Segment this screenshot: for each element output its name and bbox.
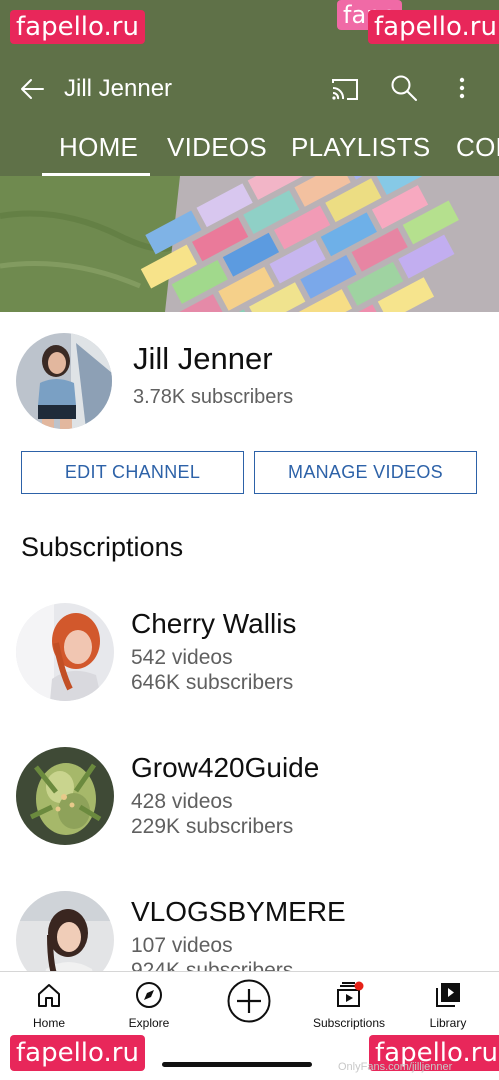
arrow-left-icon — [21, 79, 44, 99]
subscription-video-count: 428 videos — [131, 790, 233, 813]
watermark-top-right: fapello.ru — [368, 10, 499, 44]
edit-channel-button[interactable]: EDIT CHANNEL — [21, 451, 244, 494]
subscription-name: Grow420Guide — [131, 752, 320, 783]
subscription-video-count: 107 videos — [131, 934, 233, 957]
channel-tabs: HOME VIDEOS PLAYLISTS COM — [0, 130, 499, 176]
subscription-subscriber-count: 646K subscribers — [131, 671, 294, 694]
tab-home[interactable]: HOME — [59, 130, 138, 176]
subscriptions-icon — [337, 981, 364, 1007]
tab-playlists[interactable]: PLAYLISTS — [291, 130, 431, 176]
subscription-avatar[interactable] — [16, 603, 114, 701]
subscription-item[interactable]: Grow420Guide 428 videos 229K subscribers — [0, 747, 499, 857]
search-button[interactable] — [389, 73, 419, 103]
cast-button[interactable] — [330, 74, 360, 104]
nav-explore[interactable]: Explore — [104, 980, 194, 1036]
tab-community[interactable]: COM — [456, 130, 499, 176]
watermark-bottom-left: fapello.ru — [10, 1035, 145, 1071]
onlyfans-watermark: OnlyFans.com/jilljenner — [338, 1061, 453, 1073]
subscription-name: VLOGSBYMERE — [131, 896, 346, 927]
home-icon — [38, 984, 60, 1007]
nav-create-button[interactable] — [204, 978, 294, 1034]
compass-icon — [136, 982, 162, 1008]
subscription-subscriber-count: 229K subscribers — [131, 815, 294, 838]
more-options-button[interactable] — [448, 73, 476, 103]
nav-home[interactable]: Home — [4, 980, 94, 1036]
nav-library-label: Library — [429, 1016, 467, 1030]
channel-banner — [0, 176, 499, 312]
watermark-top-left: fapello.ru — [10, 10, 145, 44]
nav-home-label: Home — [32, 1016, 65, 1030]
appbar-title: Jill Jenner — [64, 75, 173, 102]
channel-name: Jill Jenner — [133, 341, 273, 376]
nav-explore-label: Explore — [128, 1016, 170, 1030]
channel-subscriber-count: 3.78K subscribers — [133, 386, 294, 408]
subscription-item[interactable]: Cherry Wallis 542 videos 646K subscriber… — [0, 603, 499, 713]
back-button[interactable] — [18, 74, 48, 104]
notification-badge — [354, 981, 364, 991]
subscriptions-heading: Subscriptions — [21, 532, 184, 562]
nav-subscriptions-label: Subscriptions — [312, 1016, 386, 1030]
subscription-avatar[interactable] — [16, 747, 114, 845]
app-bar: Jill Jenner HOME VIDEOS PLAYLISTS COM — [0, 56, 499, 176]
search-icon — [391, 75, 417, 101]
channel-avatar[interactable] — [16, 333, 112, 429]
nav-subscriptions[interactable]: Subscriptions — [304, 980, 394, 1036]
more-vertical-icon — [459, 77, 465, 99]
cast-icon — [332, 79, 358, 100]
create-plus-icon — [227, 979, 271, 1023]
library-icon — [436, 983, 460, 1007]
tab-videos[interactable]: VIDEOS — [167, 130, 267, 176]
home-indicator[interactable] — [162, 1062, 312, 1067]
subscription-video-count: 542 videos — [131, 646, 233, 669]
subscription-name: Cherry Wallis — [131, 608, 297, 639]
manage-videos-button[interactable]: MANAGE VIDEOS — [254, 451, 477, 494]
nav-library[interactable]: Library — [403, 980, 493, 1036]
